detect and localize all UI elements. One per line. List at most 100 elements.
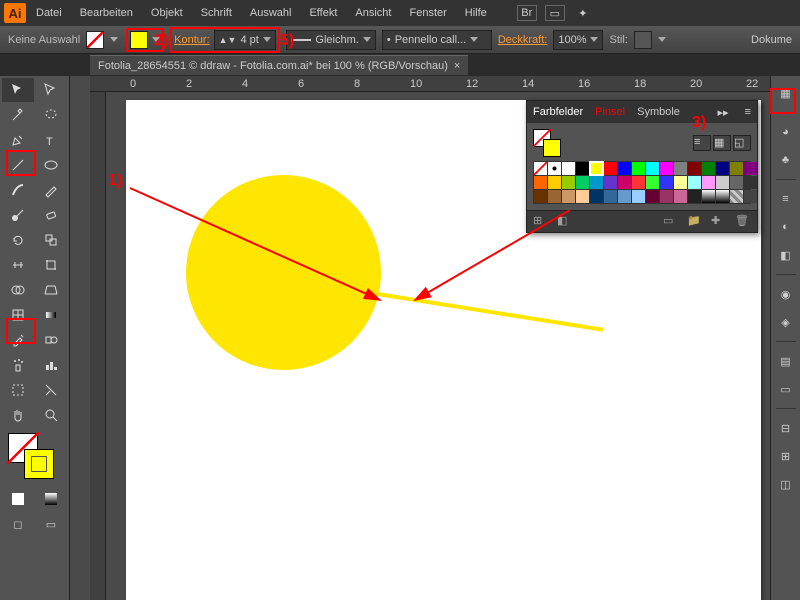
swatch-cell[interactable] — [632, 176, 645, 189]
yellow-circle-shape[interactable] — [186, 175, 381, 370]
fill-stroke-indicator[interactable] — [0, 429, 69, 485]
new-swatch-icon[interactable]: ✚ — [711, 214, 727, 230]
stroke-swatch[interactable] — [130, 31, 148, 49]
small-thumb-icon[interactable]: ▦ — [713, 135, 731, 151]
fill-dropdown-icon[interactable] — [110, 37, 118, 42]
swatch-libraries-icon[interactable]: ⊞ — [533, 214, 549, 230]
hand-tool[interactable] — [2, 403, 34, 427]
swatch-cell[interactable] — [702, 162, 715, 175]
lasso-tool[interactable] — [35, 103, 67, 127]
screen-mode-icon[interactable]: ▭ — [35, 512, 67, 536]
swatch-cell[interactable] — [660, 162, 673, 175]
swatch-cell[interactable] — [632, 162, 645, 175]
ellipse-tool[interactable] — [35, 153, 67, 177]
swatch-cell[interactable] — [534, 176, 547, 189]
panel-fill-stroke-icon[interactable] — [533, 129, 565, 157]
scale-tool[interactable] — [35, 228, 67, 252]
pencil-tool[interactable] — [35, 178, 67, 202]
swatch-cell[interactable] — [548, 162, 561, 175]
zoom-tool[interactable] — [35, 403, 67, 427]
swatch-cell[interactable] — [604, 162, 617, 175]
swatch-cell[interactable] — [744, 176, 757, 189]
opacity-input[interactable]: 100% — [553, 30, 603, 50]
brush-dropdown[interactable]: •Pennello call... — [382, 30, 492, 50]
stroke-color-icon[interactable] — [24, 449, 54, 479]
free-transform-tool[interactable] — [35, 253, 67, 277]
pathfinder-panel-icon[interactable]: ◫ — [775, 473, 797, 495]
swatch-cell[interactable] — [534, 190, 547, 203]
stroke-panel-icon[interactable]: ≡ — [775, 188, 797, 210]
menu-edit[interactable]: Bearbeiten — [72, 3, 141, 23]
swatch-cell[interactable] — [688, 190, 701, 203]
opacity-link[interactable]: Deckkraft: — [498, 34, 548, 46]
menu-window[interactable]: Fenster — [401, 3, 454, 23]
swatch-kind-icon[interactable]: ◧ — [557, 214, 573, 230]
stroke-link[interactable]: Kontur: — [174, 34, 209, 46]
swatch-cell[interactable] — [618, 176, 631, 189]
swatch-cell[interactable] — [744, 190, 757, 203]
swatch-cell[interactable] — [562, 162, 575, 175]
symbol-sprayer-tool[interactable] — [2, 353, 34, 377]
swatch-cell[interactable] — [646, 176, 659, 189]
panel-collapse-icon[interactable]: ▸▸ — [718, 106, 729, 119]
swatch-cell[interactable] — [674, 162, 687, 175]
eraser-tool[interactable] — [35, 203, 67, 227]
menu-object[interactable]: Objekt — [143, 3, 191, 23]
gradient-tool[interactable] — [35, 303, 67, 327]
color-mode-icon[interactable] — [2, 487, 34, 511]
shape-builder-tool[interactable] — [2, 278, 34, 302]
new-color-group-icon[interactable]: 📁 — [687, 214, 703, 230]
type-tool[interactable]: T — [35, 128, 67, 152]
fill-swatch[interactable] — [86, 31, 104, 49]
perspective-grid-tool[interactable] — [35, 278, 67, 302]
swatch-cell[interactable] — [674, 190, 687, 203]
swatch-cell[interactable] — [548, 176, 561, 189]
list-view-icon[interactable]: ≡ — [693, 135, 711, 151]
color-guide-icon[interactable]: ◕ — [775, 121, 797, 143]
layers-panel-icon[interactable]: ▤ — [775, 350, 797, 372]
swatch-cell[interactable] — [618, 162, 631, 175]
panel-menu-icon[interactable]: ≡ — [745, 106, 751, 118]
slice-tool[interactable] — [35, 378, 67, 402]
document-setup-button[interactable]: Dokume — [751, 34, 792, 46]
swatch-cell[interactable] — [730, 162, 743, 175]
menu-file[interactable]: Datei — [28, 3, 70, 23]
menu-help[interactable]: Hilfe — [457, 3, 495, 23]
mesh-tool[interactable] — [2, 303, 34, 327]
swatches-tab[interactable]: Farbfelder — [533, 106, 583, 118]
direct-selection-tool[interactable] — [35, 78, 67, 102]
stroke-dropdown-icon[interactable] — [152, 37, 160, 42]
swatch-cell[interactable] — [604, 176, 617, 189]
document-tab[interactable]: Fotolia_28654551 © ddraw - Fotolia.com.a… — [90, 55, 468, 75]
menu-effect[interactable]: Effekt — [301, 3, 345, 23]
swatch-cell[interactable] — [702, 190, 715, 203]
swatch-cell[interactable] — [716, 162, 729, 175]
sync-icon[interactable]: ✦ — [573, 5, 593, 21]
swatch-cell[interactable] — [562, 190, 575, 203]
blend-tool[interactable] — [35, 328, 67, 352]
style-dropdown-icon[interactable] — [658, 37, 666, 42]
yellow-line-shape[interactable] — [371, 291, 604, 332]
column-graph-tool[interactable] — [35, 353, 67, 377]
swatch-cell[interactable] — [576, 190, 589, 203]
artboard-tool[interactable] — [2, 378, 34, 402]
symbols-panel-icon[interactable]: ♣ — [775, 149, 797, 171]
swatch-cell[interactable] — [674, 176, 687, 189]
swatch-cell[interactable] — [562, 176, 575, 189]
swatch-cell[interactable] — [590, 176, 603, 189]
draw-normal-icon[interactable]: ◻ — [2, 512, 34, 536]
selection-tool[interactable] — [2, 78, 34, 102]
rotate-tool[interactable] — [2, 228, 34, 252]
swatch-cell[interactable] — [744, 162, 757, 175]
arrange-icon[interactable]: ▭ — [545, 5, 565, 21]
swatch-cell[interactable] — [576, 162, 589, 175]
close-tab-icon[interactable]: × — [454, 60, 460, 72]
transparency-panel-icon[interactable]: ◧ — [775, 244, 797, 266]
delete-swatch-icon[interactable]: 🗑 — [735, 214, 751, 230]
brushes-tab[interactable]: Pinsel — [595, 106, 625, 118]
swatch-cell[interactable] — [534, 162, 547, 175]
swatch-cell[interactable] — [604, 190, 617, 203]
swatch-cell[interactable] — [646, 190, 659, 203]
swatch-cell[interactable] — [688, 162, 701, 175]
swatch-cell[interactable] — [716, 176, 729, 189]
